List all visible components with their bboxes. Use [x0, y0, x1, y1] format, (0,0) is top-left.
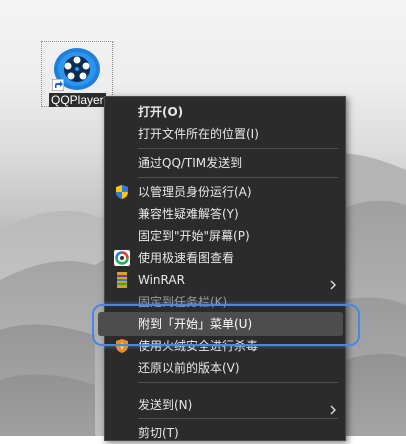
menu-item-run-as-admin[interactable]: 以管理员身份运行(A)	[105, 181, 345, 203]
menu-item-open[interactable]: 打开(O)	[105, 101, 345, 123]
highlight-outline	[92, 304, 360, 346]
menu-item-winrar[interactable]: WinRAR	[105, 269, 345, 291]
menu-item-label: 还原以前的版本(V)	[138, 361, 240, 375]
menu-separator	[138, 177, 338, 178]
context-menu: 打开(O) 打开文件所在的位置(I) 通过QQ/TIM发送到 以管理员身份运行(…	[104, 96, 346, 441]
menu-item-label: 通过QQ/TIM发送到	[138, 156, 243, 170]
menu-item-label: 打开(O)	[138, 105, 184, 119]
menu-item-pin-start[interactable]: 固定到"开始"屏幕(P)	[105, 225, 345, 247]
menu-item-label: 以管理员身份运行(A)	[138, 185, 252, 199]
menu-item-send-to[interactable]: 发送到(N)	[105, 394, 345, 416]
image-viewer-icon	[114, 250, 130, 266]
qqplayer-icon	[52, 45, 102, 97]
shield-icon	[114, 184, 130, 200]
menu-item-send-via-qq[interactable]: 通过QQ/TIM发送到	[105, 152, 345, 174]
menu-item-label: WinRAR	[138, 273, 185, 287]
menu-item-label: 固定到"开始"屏幕(P)	[138, 229, 250, 243]
menu-item-label: 发送到(N)	[138, 398, 193, 412]
menu-item-label: 兼容性疑难解答(Y)	[138, 207, 239, 221]
desktop-shortcut-qqplayer[interactable]: QQPlayer	[41, 41, 113, 107]
menu-item-cut[interactable]: 剪切(T)	[105, 422, 345, 444]
menu-item-label: 打开文件所在的位置(I)	[138, 127, 259, 141]
desktop-icon-label: QQPlayer	[49, 93, 106, 107]
menu-item-open-location[interactable]: 打开文件所在的位置(I)	[105, 123, 345, 145]
winrar-icon	[114, 272, 130, 288]
menu-item-image-viewer[interactable]: 使用极速看图查看	[105, 247, 345, 269]
menu-separator	[138, 148, 338, 149]
shortcut-arrow-icon	[52, 79, 64, 91]
menu-item-label: 使用极速看图查看	[138, 251, 235, 265]
menu-separator	[138, 382, 338, 383]
menu-item-compatibility[interactable]: 兼容性疑难解答(Y)	[105, 203, 345, 225]
menu-item-label: 剪切(T)	[138, 426, 179, 440]
menu-separator	[138, 418, 338, 419]
menu-item-restore-versions[interactable]: 还原以前的版本(V)	[105, 357, 345, 379]
